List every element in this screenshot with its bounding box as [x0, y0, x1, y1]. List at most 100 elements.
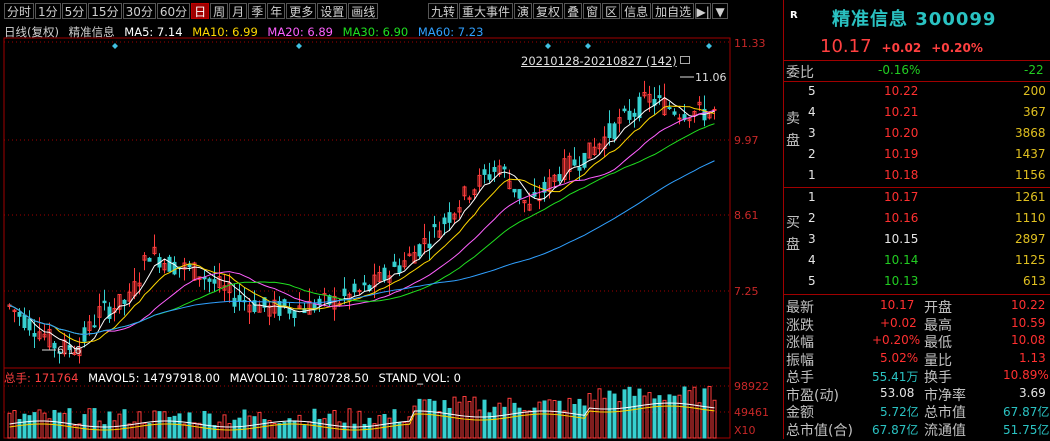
volume-bar: [482, 399, 487, 439]
candle-body: [92, 325, 97, 328]
toolbar-button[interactable]: 复权: [533, 3, 564, 19]
toolbar-button[interactable]: 区: [602, 3, 621, 19]
volume-bar: [552, 399, 557, 439]
play-end-icon[interactable]: ▶|: [695, 3, 712, 19]
volume-bar: [542, 400, 547, 439]
candle-body: [357, 290, 362, 293]
period-tab[interactable]: 画线: [348, 3, 379, 19]
volume-bar: [422, 399, 427, 439]
candle-body: [147, 257, 152, 262]
volume-bar: [197, 422, 202, 439]
period-tab[interactable]: 15分: [88, 3, 122, 19]
period-tab[interactable]: 设置: [317, 3, 348, 19]
volume-bar: [262, 419, 267, 439]
volume-bar: [582, 405, 587, 439]
period-tab[interactable]: 60分: [156, 3, 191, 19]
ma10-line: [9, 105, 715, 344]
kline-chart-panel[interactable]: 11.06 6.16 分时 1分 5分 15分 30分 60分日周月季年更多 设置 画线 九转重…: [0, 0, 783, 439]
toolbar-button[interactable]: 九转: [428, 3, 459, 19]
toolbar-button[interactable]: 信息: [621, 3, 652, 19]
event-marker: [706, 43, 712, 49]
candle-body: [612, 123, 617, 140]
volume-bar: [417, 398, 422, 439]
chart-title: 日线(复权): [4, 25, 59, 39]
candle-body: [22, 314, 27, 329]
candle-body: [577, 167, 582, 171]
period-tab[interactable]: 月: [229, 3, 248, 19]
volume-bar: [687, 390, 692, 439]
event-marker: [296, 43, 302, 49]
stat-label: 总市值(合): [786, 422, 853, 439]
toolbar-button[interactable]: 重大事件: [459, 3, 514, 19]
volume-bar: [337, 421, 342, 439]
volume-bar: [592, 399, 597, 439]
volume-bar: [377, 415, 382, 439]
ma10-label: MA10: 6.99: [192, 25, 258, 39]
toolbar-button[interactable]: 演: [514, 3, 533, 19]
book-price: 10.16: [884, 211, 919, 225]
book-level: 2: [808, 147, 816, 161]
interval-range-label[interactable]: 20210128-20210827 (142): [521, 54, 690, 68]
volume-bar: [327, 413, 332, 439]
book-price: 10.14: [884, 253, 919, 267]
book-level: 1: [808, 190, 816, 204]
book-level: 3: [808, 232, 816, 246]
volume-bar: [312, 408, 317, 439]
book-volume: 200: [1023, 84, 1046, 98]
volume-bar: [672, 395, 677, 439]
period-tab[interactable]: 1分: [35, 3, 61, 19]
book-volume: 367: [1023, 105, 1046, 119]
volume-bar: [657, 395, 662, 439]
volume-bar: [232, 419, 237, 439]
candle-body: [677, 117, 682, 120]
price-axis-label: 9.97: [734, 134, 759, 147]
stock-name-label: 精准信息: [68, 25, 115, 39]
candle-body: [17, 311, 22, 317]
margin-badge: R: [790, 10, 798, 21]
volume-bar: [42, 412, 47, 439]
volume-bar: [642, 395, 647, 439]
period-tab[interactable]: 更多: [286, 3, 317, 19]
book-price: 10.15: [884, 232, 919, 246]
volume-bar: [227, 423, 232, 439]
period-tab[interactable]: 30分: [122, 3, 156, 19]
candle-body: [342, 288, 347, 297]
volume-bar: [537, 401, 542, 439]
toolbar-button[interactable]: 叠: [564, 3, 583, 19]
book-level: 4: [808, 105, 816, 119]
volume-bar: [157, 411, 162, 439]
volume-bar: [352, 423, 357, 439]
toolbar-button[interactable]: 窗: [583, 3, 602, 19]
lock-icon: [679, 56, 690, 64]
toolbar-button[interactable]: 加自选: [652, 3, 695, 19]
volume-bar: [332, 409, 337, 439]
candle-body: [187, 264, 192, 268]
book-volume: 1125: [1015, 253, 1046, 267]
volume-bar: [122, 409, 127, 439]
volume-bar: [497, 402, 502, 439]
volume-bar: [697, 402, 702, 439]
period-tab[interactable]: 分时: [4, 3, 35, 19]
volume-bar: [427, 398, 432, 439]
period-tab[interactable]: 5分: [61, 3, 88, 19]
volume-bar: [182, 423, 187, 439]
weibi-diff: -22: [1024, 63, 1044, 77]
volume-bar: [237, 417, 242, 439]
period-tab[interactable]: 年: [267, 3, 286, 19]
candle-body: [657, 95, 662, 99]
candle-body: [317, 298, 322, 305]
stat-label: 流通值: [924, 422, 966, 439]
period-tab[interactable]: 季: [248, 3, 267, 19]
volume-bar: [547, 399, 552, 439]
volume-bar: [602, 397, 607, 439]
candle-body: [212, 279, 217, 284]
volume-bar: [382, 414, 387, 439]
volume-bar: [707, 385, 712, 439]
chevron-down-icon[interactable]: ▼: [712, 3, 729, 19]
volume-bar: [532, 407, 537, 439]
volume-bar: [292, 420, 297, 439]
volume-bar: [572, 403, 577, 439]
period-tab[interactable]: 周: [210, 3, 229, 19]
period-tab[interactable]: 日: [191, 3, 210, 19]
event-marker: [112, 43, 118, 49]
